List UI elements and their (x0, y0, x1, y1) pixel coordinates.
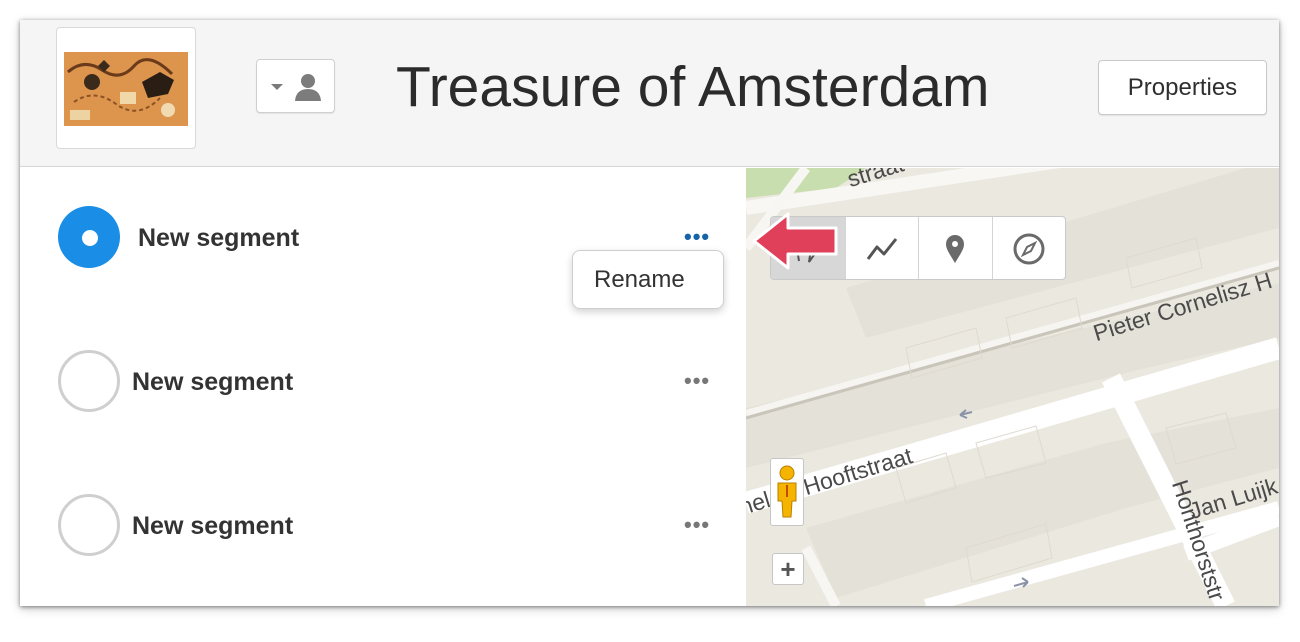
arrow-left-icon (752, 212, 838, 270)
segment-label: New segment (132, 368, 294, 396)
header: Treasure of Amsterdam Properties (20, 20, 1279, 167)
line-icon (866, 238, 897, 260)
treasure-map-thumbnail-image (64, 52, 188, 126)
segment-radio[interactable] (58, 494, 120, 556)
pegman-icon (777, 465, 797, 518)
caret-down-icon (271, 84, 283, 90)
rename-menu-item[interactable]: Rename (572, 250, 724, 309)
segment-label: New segment (132, 512, 294, 540)
owner-dropdown-button[interactable] (256, 59, 335, 113)
segment-item[interactable]: New segment ••• (20, 486, 740, 566)
segment-item[interactable]: New segment ••• (20, 342, 740, 422)
radio-dot-icon (82, 230, 98, 246)
compass-icon (1013, 233, 1044, 265)
app-window: Treasure of Amsterdam Properties New seg… (20, 20, 1279, 606)
properties-button[interactable]: Properties (1098, 60, 1267, 115)
line-tool-button[interactable] (844, 217, 919, 279)
marker-tool-button[interactable] (918, 217, 992, 279)
zoom-in-button[interactable]: + (772, 553, 804, 585)
more-options-icon[interactable]: ••• (684, 370, 710, 392)
person-icon (295, 74, 321, 101)
page-title: Treasure of Amsterdam (396, 55, 990, 119)
more-options-icon[interactable]: ••• (684, 226, 710, 248)
segment-label: New segment (138, 224, 300, 252)
segment-radio[interactable] (58, 350, 120, 412)
more-options-icon[interactable]: ••• (684, 514, 710, 536)
compass-tool-button[interactable] (991, 217, 1066, 279)
map-thumbnail[interactable] (56, 27, 196, 149)
street-view-pegman[interactable] (770, 458, 804, 526)
pin-icon (946, 235, 964, 263)
segment-radio-selected[interactable] (58, 206, 120, 268)
